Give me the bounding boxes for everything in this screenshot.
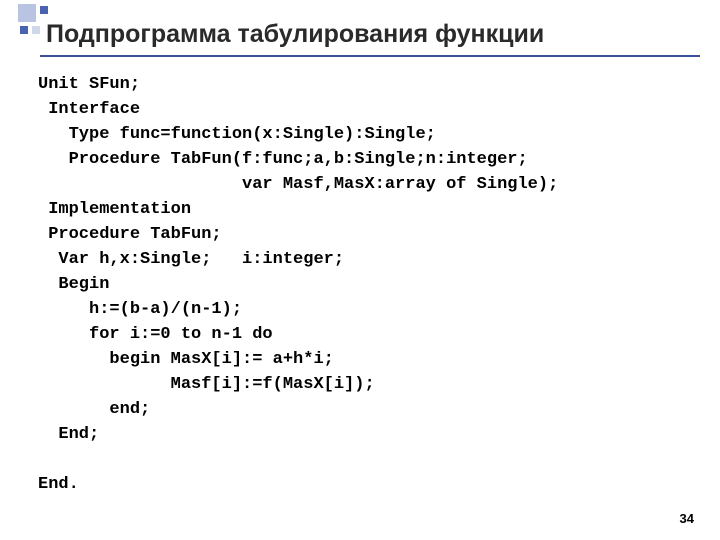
code-line: end; (38, 400, 150, 419)
code-line: Interface (38, 100, 140, 119)
code-line: Var h,x:Single; i:integer; (38, 250, 344, 269)
code-line: begin MasX[i]:= a+h*i; (38, 350, 334, 369)
code-line: var Masf,MasX:array of Single); (38, 175, 558, 194)
slide-title: Подпрограмма табулирования функции (40, 20, 700, 57)
code-line: Procedure TabFun; (38, 225, 222, 244)
code-block: Unit SFun; Interface Type func=function(… (38, 72, 700, 497)
code-line: Begin (38, 275, 109, 294)
code-line: Unit SFun; (38, 75, 140, 94)
page-number: 34 (680, 511, 694, 526)
code-line: Procedure TabFun(f:func;a,b:Single;n:int… (38, 150, 528, 169)
code-line: Implementation (38, 200, 191, 219)
code-line: h:=(b-a)/(n-1); (38, 300, 242, 319)
code-line: Type func=function(x:Single):Single; (38, 125, 436, 144)
code-line: End; (38, 425, 99, 444)
code-line: End. (38, 475, 79, 494)
code-line: Masf[i]:=f(MasX[i]); (38, 375, 375, 394)
code-line: for i:=0 to n-1 do (38, 325, 273, 344)
